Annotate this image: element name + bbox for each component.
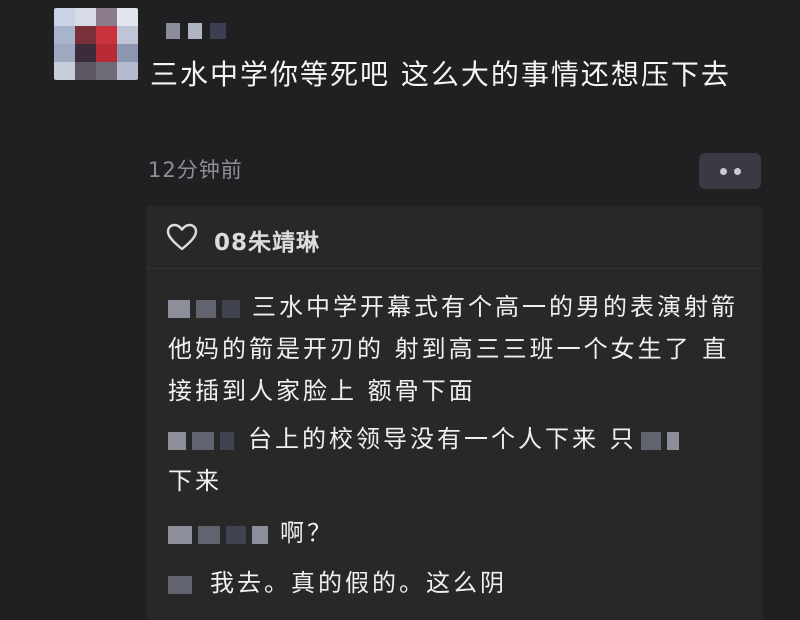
comment-text: 台上的校领导没有一个人下来 只 <box>248 425 637 453</box>
blurred-name <box>252 525 268 544</box>
blurred-name <box>222 299 240 318</box>
blurred-name <box>220 431 234 450</box>
blurred-name <box>226 525 246 544</box>
blurred-name <box>168 525 192 544</box>
comment-text: 三水中学开幕式有个高一的男的表演射箭 他妈的箭是开刃的 射到高三三班一个女生了 … <box>168 293 738 405</box>
avatar[interactable] <box>54 8 138 80</box>
more-options-button[interactable] <box>699 153 761 189</box>
heart-icon[interactable] <box>166 223 198 251</box>
comment-text: 啊？ <box>280 519 334 547</box>
comment-text-continued: 下来 <box>168 467 222 495</box>
username-blurred[interactable] <box>166 20 226 42</box>
blurred-name <box>192 431 214 450</box>
interaction-panel: 08朱靖琳 三水中学开幕式有个高一的男的表演射箭 他妈的箭是开刃的 射到高三三班… <box>146 206 762 620</box>
blurred-name <box>198 525 220 544</box>
dot-icon <box>733 167 741 175</box>
blurred-name <box>168 431 186 450</box>
post-text: 三水中学你等死吧 这么大的事情还想压下去 <box>150 58 731 91</box>
comment-text: 我去。真的假的。这么阴 <box>210 569 507 597</box>
post-timestamp: 12分钟前 <box>148 158 243 182</box>
blurred-name <box>168 575 192 594</box>
comment-item: 啊？ <box>168 512 748 554</box>
blurred-text <box>666 431 679 450</box>
likes-row: 08朱靖琳 <box>146 206 762 269</box>
blurred-text <box>640 431 661 450</box>
liker-name[interactable]: 08朱靖琳 <box>214 223 320 257</box>
comment-item: 台上的校领导没有一个人下来 只下来 <box>168 418 748 502</box>
blurred-name <box>168 299 190 318</box>
comment-item: 三水中学开幕式有个高一的男的表演射箭 他妈的箭是开刃的 射到高三三班一个女生了 … <box>168 286 748 412</box>
dot-icon <box>719 167 727 175</box>
comment-item: 我去。真的假的。这么阴 <box>168 562 748 604</box>
blurred-name <box>196 299 216 318</box>
